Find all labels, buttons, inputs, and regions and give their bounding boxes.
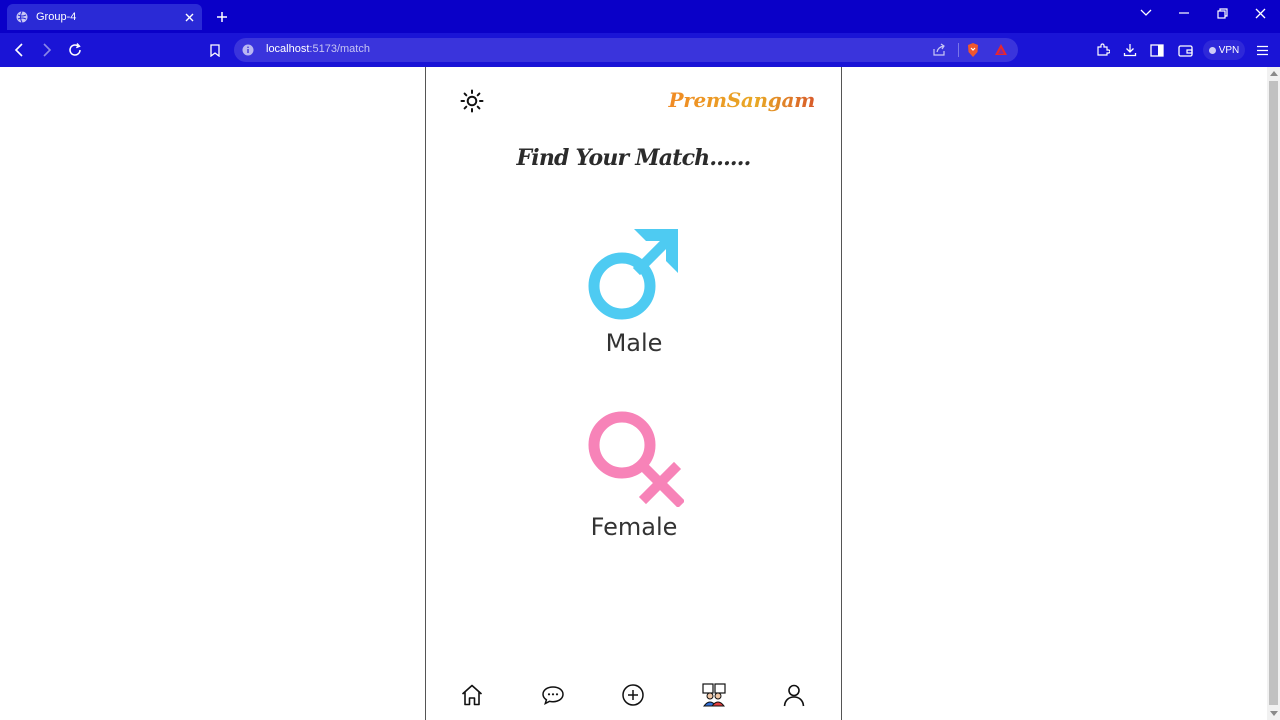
close-window-icon[interactable] (1248, 4, 1272, 22)
reload-icon[interactable] (65, 40, 85, 60)
brave-shields-icon[interactable] (965, 42, 981, 58)
page-scrollbar[interactable] (1267, 67, 1280, 720)
new-tab-icon[interactable] (213, 8, 231, 26)
wallet-icon[interactable] (1176, 41, 1194, 59)
brand-logo[interactable]: PremSangam (668, 88, 815, 112)
bottom-navigation (426, 679, 841, 711)
nav-profile[interactable] (781, 682, 807, 708)
forward-icon[interactable] (37, 40, 57, 60)
vpn-status-icon (1208, 46, 1216, 54)
scrollbar-thumb[interactable] (1269, 81, 1278, 705)
page-title: Find Your Match...... (516, 145, 751, 171)
male-option[interactable]: Male (534, 227, 734, 357)
nav-add[interactable] (620, 682, 646, 708)
browser-toolbar: localhost:5173/match VPN (0, 33, 1280, 67)
page-viewport: PremSangam Find Your Match...... Male Fe… (0, 67, 1280, 720)
browser-tab[interactable]: Group-4 (7, 4, 202, 30)
share-icon[interactable] (932, 43, 946, 57)
tab-search-icon[interactable] (1134, 4, 1158, 22)
url-text: localhost:5173/match (266, 43, 370, 55)
extensions-icon[interactable] (1094, 41, 1112, 59)
chat-icon (542, 686, 564, 705)
url-host: localhost (266, 43, 310, 55)
couple-icon (702, 683, 726, 707)
download-icon[interactable] (1121, 41, 1139, 59)
nav-chat[interactable] (540, 682, 566, 708)
bookmark-icon[interactable] (205, 40, 225, 60)
brave-rewards-icon[interactable] (993, 42, 1009, 58)
restore-icon[interactable] (1210, 4, 1234, 22)
scroll-up-icon[interactable] (1270, 71, 1278, 76)
site-info-icon[interactable] (242, 44, 254, 56)
theme-toggle-button[interactable] (459, 88, 485, 114)
profile-icon (783, 684, 805, 707)
home-icon (461, 684, 483, 706)
nav-matches[interactable] (701, 682, 727, 708)
close-tab-icon[interactable] (182, 10, 196, 24)
vpn-label: VPN (1218, 44, 1240, 56)
male-label: Male (605, 329, 663, 357)
tab-title: Group-4 (36, 11, 77, 23)
omnibox-divider (958, 43, 959, 57)
female-option[interactable]: Female (534, 407, 734, 541)
female-symbol-icon (584, 407, 684, 507)
male-symbol-icon (586, 227, 682, 323)
back-icon[interactable] (9, 40, 29, 60)
menu-icon[interactable] (1253, 41, 1271, 59)
vpn-button[interactable]: VPN (1203, 40, 1245, 60)
url-path: :5173/match (309, 43, 370, 55)
app-container: PremSangam Find Your Match...... Male Fe… (425, 67, 842, 720)
female-label: Female (590, 513, 678, 541)
sidebar-icon[interactable] (1148, 41, 1166, 59)
address-bar[interactable]: localhost:5173/match (234, 38, 1018, 62)
minimize-icon[interactable] (1172, 4, 1196, 22)
globe-icon (16, 11, 28, 23)
scroll-down-icon[interactable] (1270, 711, 1278, 716)
nav-home[interactable] (459, 682, 485, 708)
sun-icon (460, 89, 484, 113)
add-circle-icon (622, 684, 644, 706)
browser-tab-bar: Group-4 (0, 0, 1280, 33)
